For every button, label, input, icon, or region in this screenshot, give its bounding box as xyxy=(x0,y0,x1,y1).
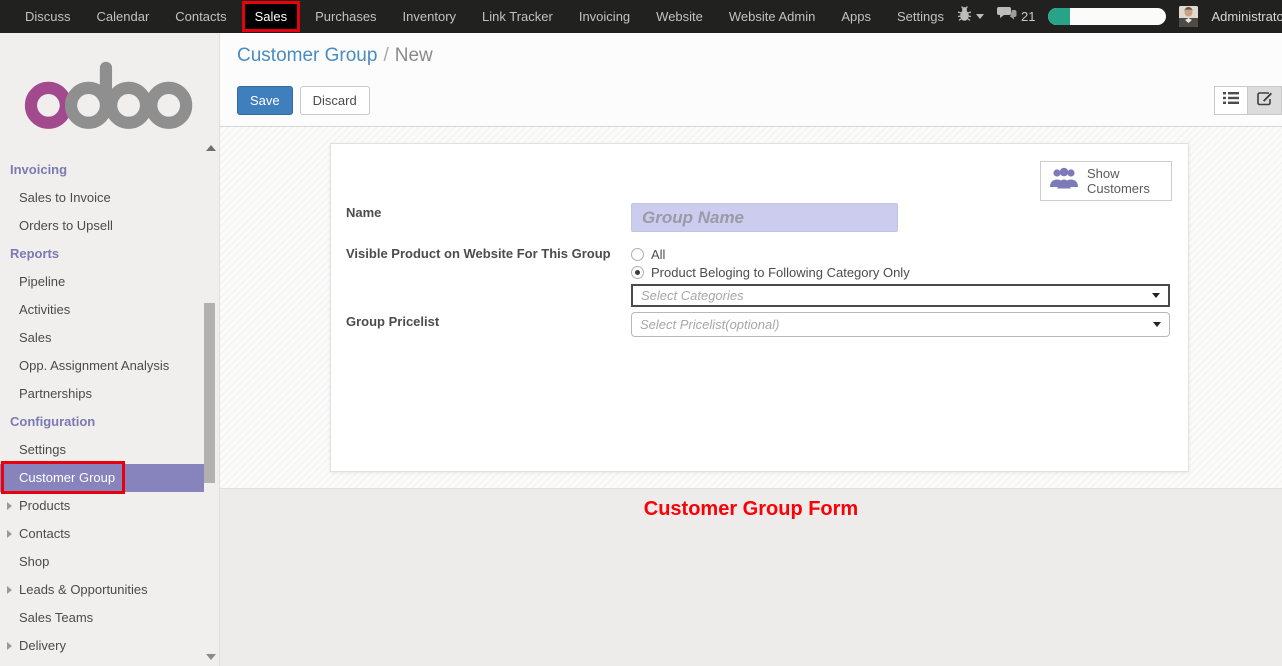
scrollbar-thumb[interactable] xyxy=(204,303,215,483)
below-content-area: Customer Group Form xyxy=(220,488,1282,666)
show-customers-button[interactable]: Show Customers xyxy=(1040,161,1172,201)
topbar-item-website-admin[interactable]: Website Admin xyxy=(716,0,828,33)
scroll-up-arrow[interactable] xyxy=(206,145,216,151)
top-menu-bar: Discuss Calendar Contacts Sales Purchase… xyxy=(0,0,1282,33)
debug-menu[interactable] xyxy=(957,6,984,27)
topbar-item-sales-active[interactable]: Sales xyxy=(242,1,301,32)
sidebar-item-opp-assignment-analysis[interactable]: Opp. Assignment Analysis xyxy=(0,352,204,380)
sidebar-header-configuration[interactable]: Configuration xyxy=(0,408,204,436)
user-avatar[interactable] xyxy=(1179,6,1198,27)
sidebar-item-activities[interactable]: Activities xyxy=(0,296,204,324)
top-menu-items: Discuss Calendar Contacts Sales Purchase… xyxy=(12,0,957,33)
list-view-icon xyxy=(1223,91,1239,110)
progress-pill[interactable] xyxy=(1048,8,1166,25)
sidebar-item-contacts[interactable]: Contacts xyxy=(0,520,204,548)
breadcrumb-parent-link[interactable]: Customer Group xyxy=(237,45,377,66)
sidebar-item-label: Customer Group xyxy=(19,470,115,485)
sidebar-item-products[interactable]: Products xyxy=(0,492,204,520)
main-content: Customer Group/New Save Discard xyxy=(220,33,1282,666)
dropdown-caret-icon xyxy=(1152,293,1160,298)
select-pricelist-dropdown[interactable]: Select Pricelist(optional) xyxy=(631,312,1170,337)
odoo-logo[interactable] xyxy=(24,55,194,133)
topbar-item-apps[interactable]: Apps xyxy=(828,0,884,33)
radio-label: Product Beloging to Following Category O… xyxy=(651,265,910,280)
sidebar-item-orders-to-upsell[interactable]: Orders to Upsell xyxy=(0,212,204,240)
sidebar-item-sales-to-invoice[interactable]: Sales to Invoice xyxy=(0,184,204,212)
radio-unchecked-icon[interactable] xyxy=(631,248,644,261)
view-switcher xyxy=(1214,86,1282,115)
sidebar-item-label: Products xyxy=(19,498,70,513)
scroll-down-arrow[interactable] xyxy=(206,654,216,660)
sidebar-item-label: Contacts xyxy=(19,526,70,541)
group-name-input[interactable] xyxy=(631,203,898,232)
expand-arrow-icon xyxy=(7,530,12,538)
breadcrumb: Customer Group/New xyxy=(237,45,433,67)
topbar-item-link-tracker[interactable]: Link Tracker xyxy=(469,0,566,33)
sidebar-header-reports[interactable]: Reports xyxy=(0,240,204,268)
sidebar-item-label: Delivery xyxy=(19,638,66,653)
sidebar-header-invoicing[interactable]: Invoicing xyxy=(0,156,204,184)
expand-arrow-icon xyxy=(7,586,12,594)
topbar-item-calendar[interactable]: Calendar xyxy=(84,0,163,33)
select-pricelist-placeholder: Select Pricelist(optional) xyxy=(640,317,1153,332)
name-field-label: Name xyxy=(346,205,381,220)
select-categories-placeholder: Select Categories xyxy=(641,288,1152,303)
topbar-item-purchases[interactable]: Purchases xyxy=(302,0,389,33)
sidebar-item-label: Leads & Opportunities xyxy=(19,582,148,597)
sidebar-item-shop[interactable]: Shop xyxy=(0,548,204,576)
user-menu[interactable]: Administrator (braintree) xyxy=(1211,9,1282,24)
customers-group-icon xyxy=(1049,167,1079,196)
form-view-area: Show Customers Name Visible Product on W… xyxy=(220,127,1282,488)
sidebar-scrollbar xyxy=(203,133,217,666)
radio-checked-icon[interactable] xyxy=(631,266,644,279)
dropdown-caret-icon xyxy=(1153,322,1161,327)
chevron-down-icon xyxy=(976,14,984,19)
systray: 21 Administrator (braintree) xyxy=(957,6,1282,27)
form-view-icon xyxy=(1257,91,1273,111)
sidebar-menu: Invoicing Sales to Invoice Orders to Ups… xyxy=(0,156,204,660)
sidebar-item-sales[interactable]: Sales xyxy=(0,324,204,352)
visible-product-field-label: Visible Product on Website For This Grou… xyxy=(346,246,611,261)
user-menu-label: Administrator (braintree) xyxy=(1211,9,1282,24)
radio-option-category-only[interactable]: Product Beloging to Following Category O… xyxy=(631,265,910,280)
save-button[interactable]: Save xyxy=(237,86,293,115)
bug-icon xyxy=(957,6,972,27)
topbar-item-invoicing[interactable]: Invoicing xyxy=(566,0,643,33)
sidebar-item-customer-group-selected[interactable]: Customer Group xyxy=(0,464,204,492)
topbar-item-contacts[interactable]: Contacts xyxy=(162,0,239,33)
record-action-buttons: Save Discard xyxy=(237,86,370,115)
radio-label: All xyxy=(651,247,665,262)
breadcrumb-separator: / xyxy=(377,45,394,66)
select-categories-dropdown[interactable]: Select Categories xyxy=(631,284,1170,307)
sidebar: Invoicing Sales to Invoice Orders to Ups… xyxy=(0,33,220,666)
messages-menu[interactable]: 21 xyxy=(997,6,1035,27)
group-pricelist-field-label: Group Pricelist xyxy=(346,314,439,329)
topbar-item-inventory[interactable]: Inventory xyxy=(390,0,469,33)
annotation-caption: Customer Group Form xyxy=(220,498,1282,521)
message-count-badge: 21 xyxy=(1021,9,1035,24)
topbar-item-discuss[interactable]: Discuss xyxy=(12,0,84,33)
control-panel: Customer Group/New Save Discard xyxy=(220,33,1282,127)
progress-fill xyxy=(1048,8,1070,25)
sidebar-item-sales-teams[interactable]: Sales Teams xyxy=(0,604,204,632)
discard-button[interactable]: Discard xyxy=(300,86,370,115)
sidebar-item-delivery[interactable]: Delivery xyxy=(0,632,204,660)
sidebar-item-settings[interactable]: Settings xyxy=(0,436,204,464)
show-customers-label: Show Customers xyxy=(1087,166,1150,196)
chat-bubbles-icon xyxy=(997,6,1017,27)
odoo-app-window: Discuss Calendar Contacts Sales Purchase… xyxy=(0,0,1282,666)
radio-option-all[interactable]: All xyxy=(631,247,665,262)
topbar-item-website[interactable]: Website xyxy=(643,0,716,33)
topbar-item-settings[interactable]: Settings xyxy=(884,0,957,33)
customer-group-form-sheet: Show Customers Name Visible Product on W… xyxy=(330,143,1189,472)
sidebar-item-partnerships[interactable]: Partnerships xyxy=(0,380,204,408)
sidebar-item-leads-opportunities[interactable]: Leads & Opportunities xyxy=(0,576,204,604)
sidebar-item-pipeline[interactable]: Pipeline xyxy=(0,268,204,296)
expand-arrow-icon xyxy=(7,502,12,510)
list-view-button[interactable] xyxy=(1214,86,1248,115)
form-view-button[interactable] xyxy=(1248,86,1282,115)
expand-arrow-icon xyxy=(7,642,12,650)
breadcrumb-current: New xyxy=(395,45,433,66)
